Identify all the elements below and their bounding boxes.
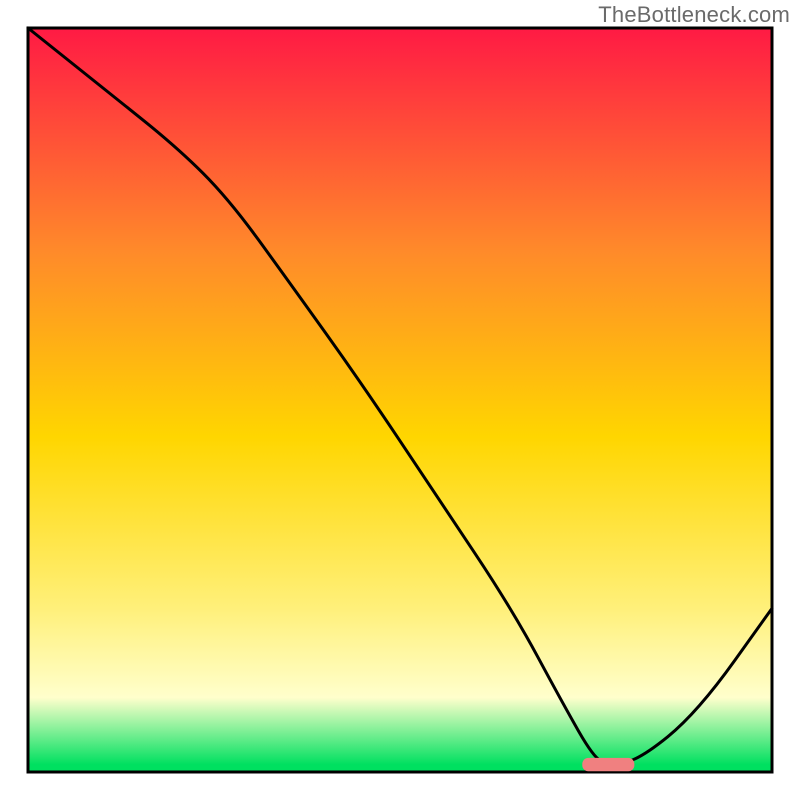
watermark-text: TheBottleneck.com: [598, 2, 790, 28]
chart-stage: { "watermark": "TheBottleneck.com", "col…: [0, 0, 800, 800]
plot-background: [28, 28, 772, 772]
minimum-marker: [582, 758, 634, 771]
chart-svg: [0, 0, 800, 800]
